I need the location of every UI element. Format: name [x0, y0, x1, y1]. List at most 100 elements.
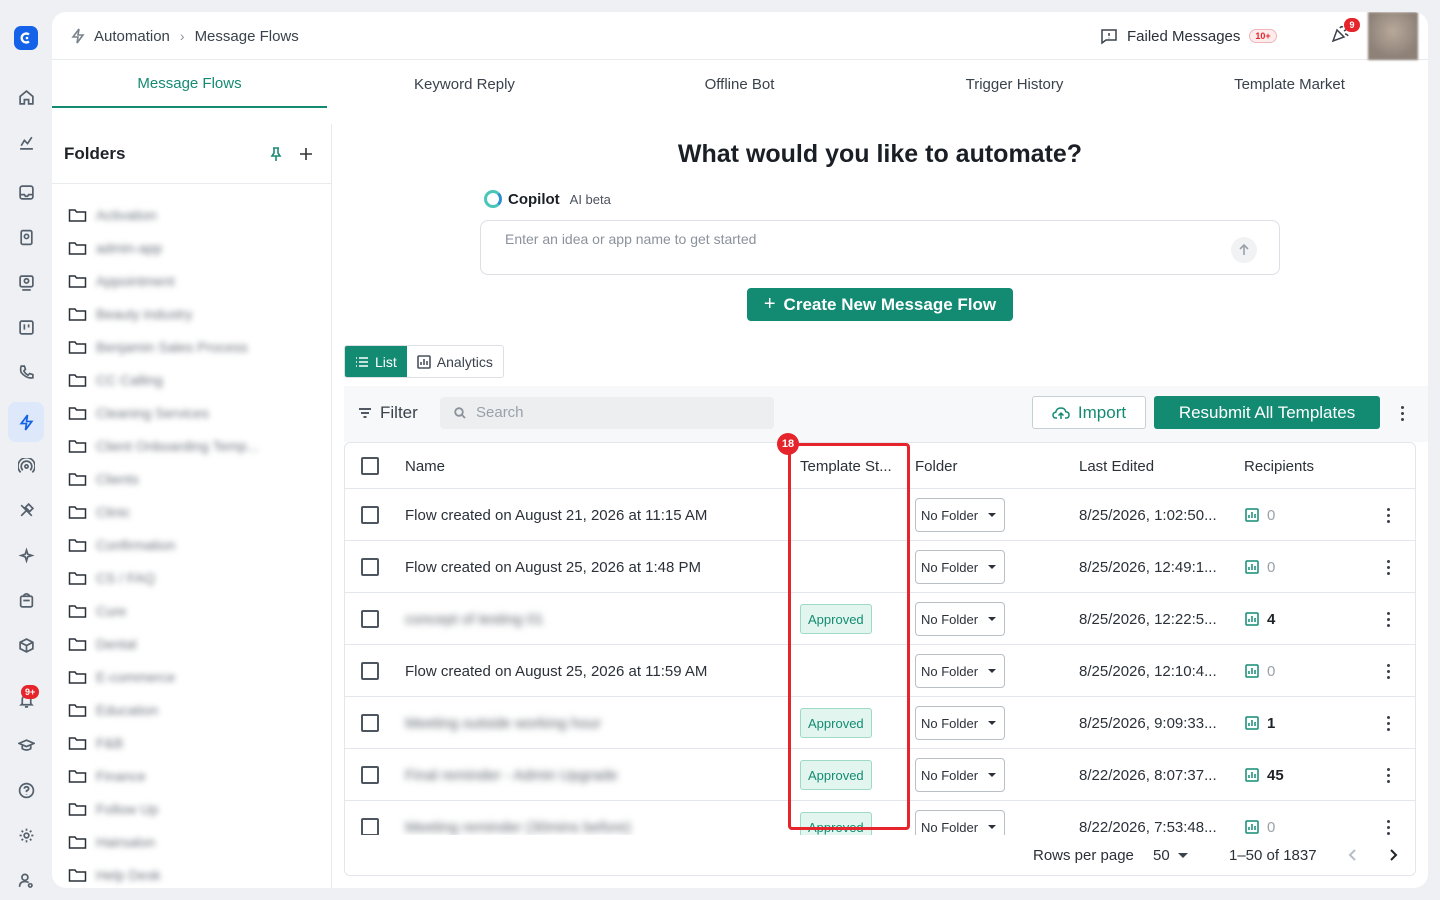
ai-sparkle-icon[interactable]	[14, 543, 38, 567]
folder-item[interactable]: Benjamin Sales Process	[68, 330, 318, 363]
tab-keyword-reply[interactable]: Keyword Reply	[327, 60, 602, 108]
inbox-icon[interactable]	[14, 180, 38, 204]
flow-name[interactable]: Flow created on August 25, 2026 at 11:59…	[405, 645, 707, 697]
failed-messages-button[interactable]: Failed Messages 10+	[1100, 12, 1277, 60]
row-checkbox[interactable]	[361, 714, 379, 732]
user-avatar[interactable]	[1368, 12, 1418, 60]
tab-template-market[interactable]: Template Market	[1152, 60, 1427, 108]
flow-name[interactable]: concept of testing 01	[405, 593, 543, 645]
folder-select[interactable]: No Folder	[915, 654, 1005, 688]
folder-item[interactable]: Help Desk	[68, 858, 318, 888]
row-checkbox[interactable]	[361, 506, 379, 524]
column-template-status[interactable]: Template St...	[800, 443, 892, 489]
row-more-options-icon[interactable]	[1387, 749, 1390, 801]
signal-icon[interactable]	[14, 454, 38, 478]
breadcrumb-parent[interactable]: Automation	[94, 28, 170, 45]
folder-select[interactable]: No Folder	[915, 758, 1005, 792]
settings-gear-icon[interactable]	[14, 823, 38, 847]
row-checkbox[interactable]	[361, 558, 379, 576]
automation-icon[interactable]	[8, 402, 44, 442]
folder-item[interactable]: Clinic	[68, 495, 318, 528]
folder-item[interactable]: Activation	[68, 198, 318, 231]
store-icon[interactable]	[14, 588, 38, 612]
row-checkbox[interactable]	[361, 766, 379, 784]
rows-per-page-select[interactable]: 50	[1153, 847, 1188, 864]
table-row[interactable]: concept of testing 01 Approved No Folder 8/…	[345, 593, 1415, 645]
folder-select[interactable]: No Folder	[915, 602, 1005, 636]
folder-select[interactable]: No Folder	[915, 498, 1005, 532]
package-settings-icon[interactable]	[14, 633, 38, 657]
folder-item[interactable]: admin-app	[68, 231, 318, 264]
row-checkbox[interactable]	[361, 610, 379, 628]
row-more-options-icon[interactable]	[1387, 489, 1390, 541]
folder-select[interactable]: No Folder	[915, 550, 1005, 584]
flow-name[interactable]: Meeting outside working hour	[405, 697, 601, 749]
board-icon[interactable]	[14, 315, 38, 339]
recipients-cell[interactable]: 0	[1245, 663, 1275, 680]
column-last-edited[interactable]: Last Edited	[1079, 443, 1154, 489]
recipients-cell[interactable]: 0	[1245, 819, 1275, 836]
academy-icon[interactable]	[14, 733, 38, 757]
row-more-options-icon[interactable]	[1387, 645, 1390, 697]
user-settings-icon[interactable]	[14, 868, 38, 892]
folder-item[interactable]: Client Onboarding Temp...	[68, 429, 318, 462]
column-folder[interactable]: Folder	[915, 443, 958, 489]
list-view-button[interactable]: List	[345, 346, 407, 377]
folder-item[interactable]: E-commerce	[68, 660, 318, 693]
more-options-icon[interactable]	[1396, 401, 1408, 425]
row-more-options-icon[interactable]	[1387, 593, 1390, 645]
analytics-view-button[interactable]: Analytics	[407, 346, 503, 377]
recipients-cell[interactable]: 4	[1245, 611, 1275, 628]
column-recipients[interactable]: Recipients	[1244, 443, 1314, 489]
contacts-icon[interactable]	[14, 225, 38, 249]
send-arrow-icon[interactable]	[1231, 237, 1257, 263]
folder-select[interactable]: No Folder	[915, 706, 1005, 740]
tools-icon[interactable]	[14, 498, 38, 522]
folder-item[interactable]: CC Calling	[68, 363, 318, 396]
tab-offline-bot[interactable]: Offline Bot	[602, 60, 877, 108]
previous-page-icon[interactable]	[1345, 847, 1363, 865]
flow-name[interactable]: Final reminder - Admin Upgrade	[405, 749, 618, 801]
app-logo-icon[interactable]	[14, 26, 38, 50]
create-new-message-flow-button[interactable]: + Create New Message Flow	[747, 288, 1013, 321]
recipients-cell[interactable]: 45	[1245, 767, 1284, 784]
announcements-button[interactable]: 9	[1330, 18, 1360, 48]
select-all-checkbox[interactable]	[361, 457, 379, 475]
row-more-options-icon[interactable]	[1387, 697, 1390, 749]
folder-item[interactable]: Dental	[68, 627, 318, 660]
next-page-icon[interactable]	[1385, 847, 1403, 865]
table-row[interactable]: Final reminder - Admin Upgrade Approved No…	[345, 749, 1415, 801]
row-checkbox[interactable]	[361, 662, 379, 680]
table-row[interactable]: Flow created on August 25, 2026 at 1:48 …	[345, 541, 1415, 593]
row-checkbox[interactable]	[361, 818, 379, 836]
folder-item[interactable]: CS / FAQ	[68, 561, 318, 594]
table-row[interactable]: Flow created on August 25, 2026 at 11:59…	[345, 645, 1415, 697]
folder-item[interactable]: Clients	[68, 462, 318, 495]
import-button[interactable]: Import	[1032, 396, 1146, 429]
folder-item[interactable]: Confirmation	[68, 528, 318, 561]
column-name[interactable]: Name	[405, 443, 445, 489]
pin-icon[interactable]	[268, 146, 284, 162]
add-folder-icon[interactable]	[298, 146, 314, 162]
table-row[interactable]: Flow created on August 21, 2026 at 11:15…	[345, 489, 1415, 541]
folder-item[interactable]: Follow Up	[68, 792, 318, 825]
tab-trigger-history[interactable]: Trigger History	[877, 60, 1152, 108]
folder-item[interactable]: Hairsalon	[68, 825, 318, 858]
resubmit-all-templates-button[interactable]: Resubmit All Templates	[1154, 396, 1380, 429]
folder-item[interactable]: Education	[68, 693, 318, 726]
folder-item[interactable]: Appointment	[68, 264, 318, 297]
row-more-options-icon[interactable]	[1387, 541, 1390, 593]
folder-item[interactable]: F&B	[68, 726, 318, 759]
folder-item[interactable]: Cure	[68, 594, 318, 627]
folder-item[interactable]: Finance	[68, 759, 318, 792]
recipients-cell[interactable]: 0	[1245, 507, 1275, 524]
flow-name[interactable]: Flow created on August 21, 2026 at 11:15…	[405, 489, 707, 541]
broadcast-icon[interactable]	[14, 270, 38, 294]
recipients-cell[interactable]: 1	[1245, 715, 1275, 732]
folder-item[interactable]: Beauty industry	[68, 297, 318, 330]
home-icon[interactable]	[14, 85, 38, 109]
phone-icon[interactable]	[14, 360, 38, 384]
search-input[interactable]	[476, 404, 756, 421]
copilot-idea-input[interactable]	[505, 231, 1205, 247]
help-icon[interactable]	[14, 778, 38, 802]
